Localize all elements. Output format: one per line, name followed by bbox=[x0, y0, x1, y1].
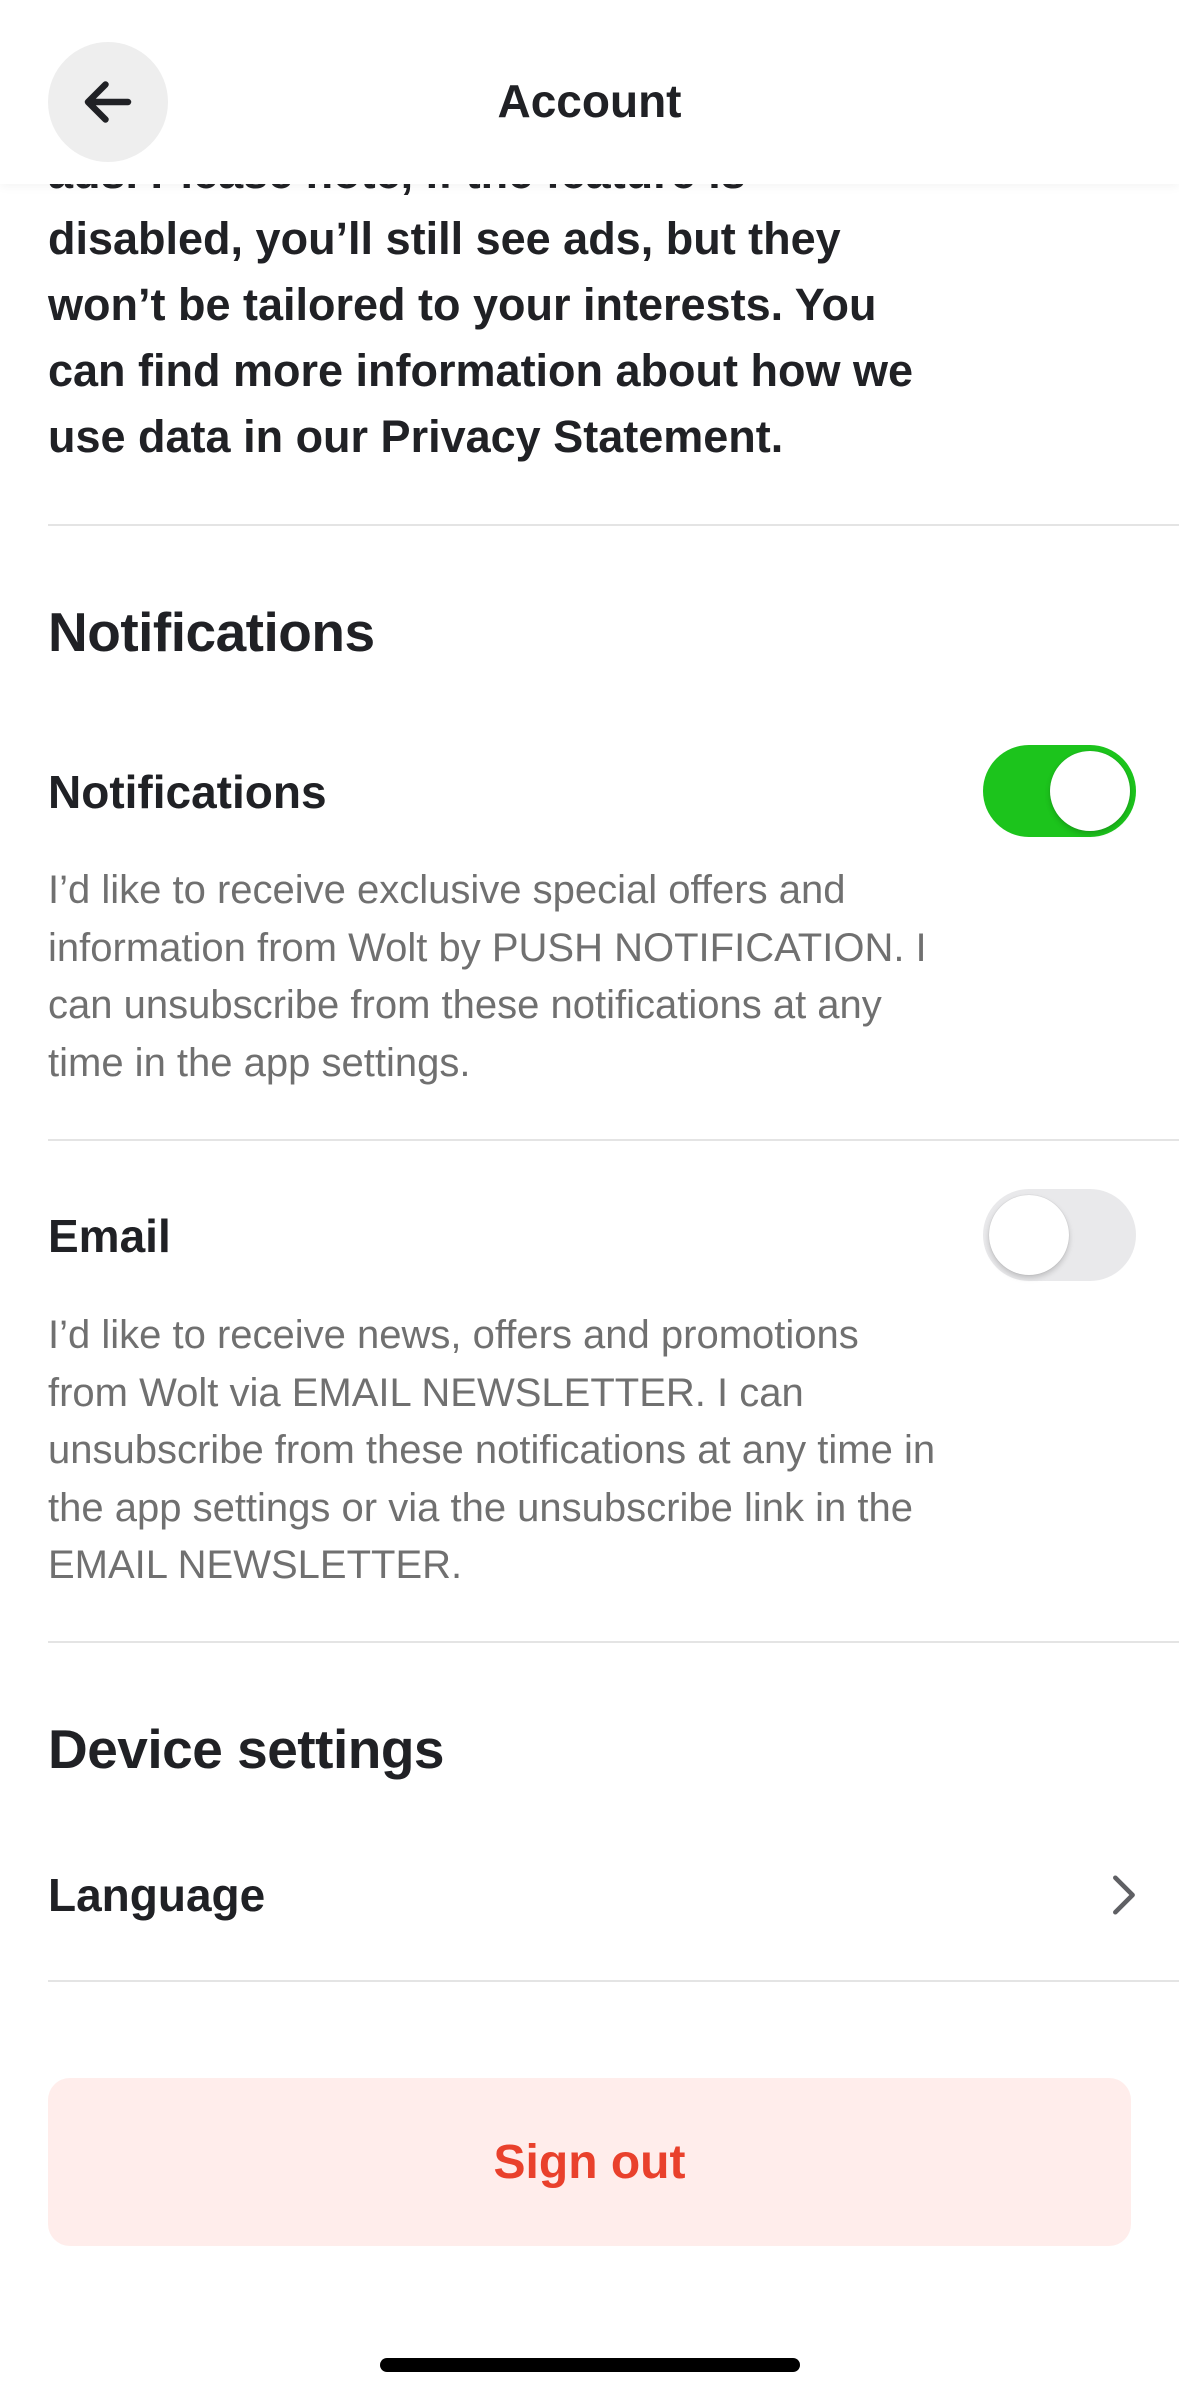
divider bbox=[48, 1980, 1179, 1982]
scroll-content[interactable]: ads. Please note, if the feature is disa… bbox=[0, 0, 1179, 2396]
account-screen: ads. Please note, if the feature is disa… bbox=[0, 0, 1179, 2396]
language-label: Language bbox=[48, 1869, 266, 1921]
divider bbox=[48, 1641, 1179, 1643]
privacy-description: ads. Please note, if the feature is disa… bbox=[48, 147, 914, 462]
chevron-right-icon bbox=[1113, 1875, 1135, 1915]
back-button[interactable] bbox=[48, 42, 168, 162]
email-notifications-description: I’d like to receive news, offers and pro… bbox=[48, 1313, 936, 1587]
sign-out-label: Sign out bbox=[493, 2135, 686, 2189]
push-notifications-description: I’d like to receive exclusive special of… bbox=[48, 868, 927, 1085]
top-app-bar: Account bbox=[0, 0, 1179, 184]
page-title: Account bbox=[497, 75, 682, 127]
language-row[interactable]: Language bbox=[0, 1830, 1179, 1960]
toggle-knob bbox=[989, 1195, 1069, 1275]
email-notifications-toggle[interactable] bbox=[983, 1189, 1136, 1281]
push-notifications-toggle[interactable] bbox=[983, 745, 1136, 837]
sign-out-button[interactable]: Sign out bbox=[48, 2078, 1131, 2246]
notifications-section-title: Notifications bbox=[48, 601, 375, 663]
email-notifications-title: Email bbox=[48, 1210, 171, 1262]
divider bbox=[48, 1139, 1179, 1141]
device-settings-section-title: Device settings bbox=[48, 1718, 445, 1780]
arrow-left-icon bbox=[84, 81, 132, 123]
toggle-knob bbox=[1050, 751, 1130, 831]
divider bbox=[48, 524, 1179, 526]
home-indicator bbox=[380, 2358, 800, 2372]
push-notifications-title: Notifications bbox=[48, 766, 327, 818]
